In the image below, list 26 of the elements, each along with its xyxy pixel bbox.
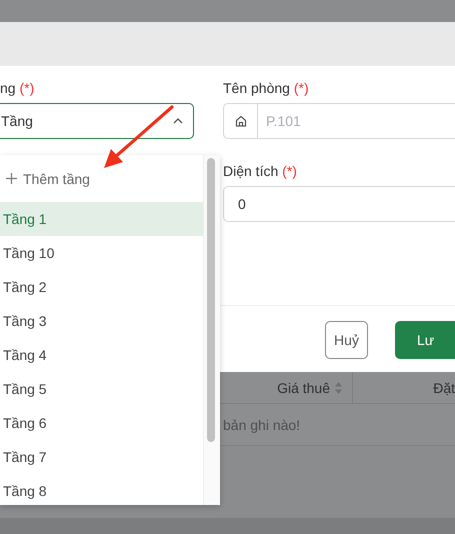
scrollbar-thumb[interactable] <box>207 158 215 442</box>
plus-icon <box>6 173 17 184</box>
house-icon <box>234 115 246 127</box>
dropdown-option[interactable]: Tầng 5 <box>0 372 203 406</box>
table-header-cell[interactable]: Đặt <box>353 372 455 403</box>
dropdown-option[interactable]: Tầng 7 <box>0 440 203 474</box>
cancel-button[interactable]: Huỷ <box>325 321 368 359</box>
option-label: Thêm tầng <box>23 170 90 186</box>
field-label: ng (*) <box>0 79 36 97</box>
dropdown-option[interactable]: Tầng 4 <box>0 338 203 372</box>
field-label: Diện tích (*) <box>223 162 298 180</box>
floor-select[interactable]: Tầng <box>0 103 194 139</box>
field-label: Tên phòng (*) <box>223 79 310 97</box>
area-field[interactable]: 0 <box>223 186 455 222</box>
dropdown-option[interactable]: Tầng 3 <box>0 304 203 338</box>
chevron-icon <box>173 118 183 124</box>
dropdown-option[interactable]: Tầng 1 <box>0 202 203 236</box>
empty-message: bản ghi nào! <box>223 416 300 432</box>
dropdown-option[interactable]: Tầng 8 <box>0 474 203 505</box>
dropdown-option[interactable]: Tầng 2 <box>0 270 203 304</box>
dropdown-option[interactable]: Tầng 6 <box>0 406 203 440</box>
dropdown-option[interactable]: Tầng 10 <box>0 236 203 270</box>
sort-icon <box>335 382 342 394</box>
add-floor-option[interactable]: Thêm tầng <box>0 155 203 202</box>
room-name-field[interactable]: P.101 <box>258 103 455 139</box>
save-button[interactable]: Lư <box>395 321 455 359</box>
